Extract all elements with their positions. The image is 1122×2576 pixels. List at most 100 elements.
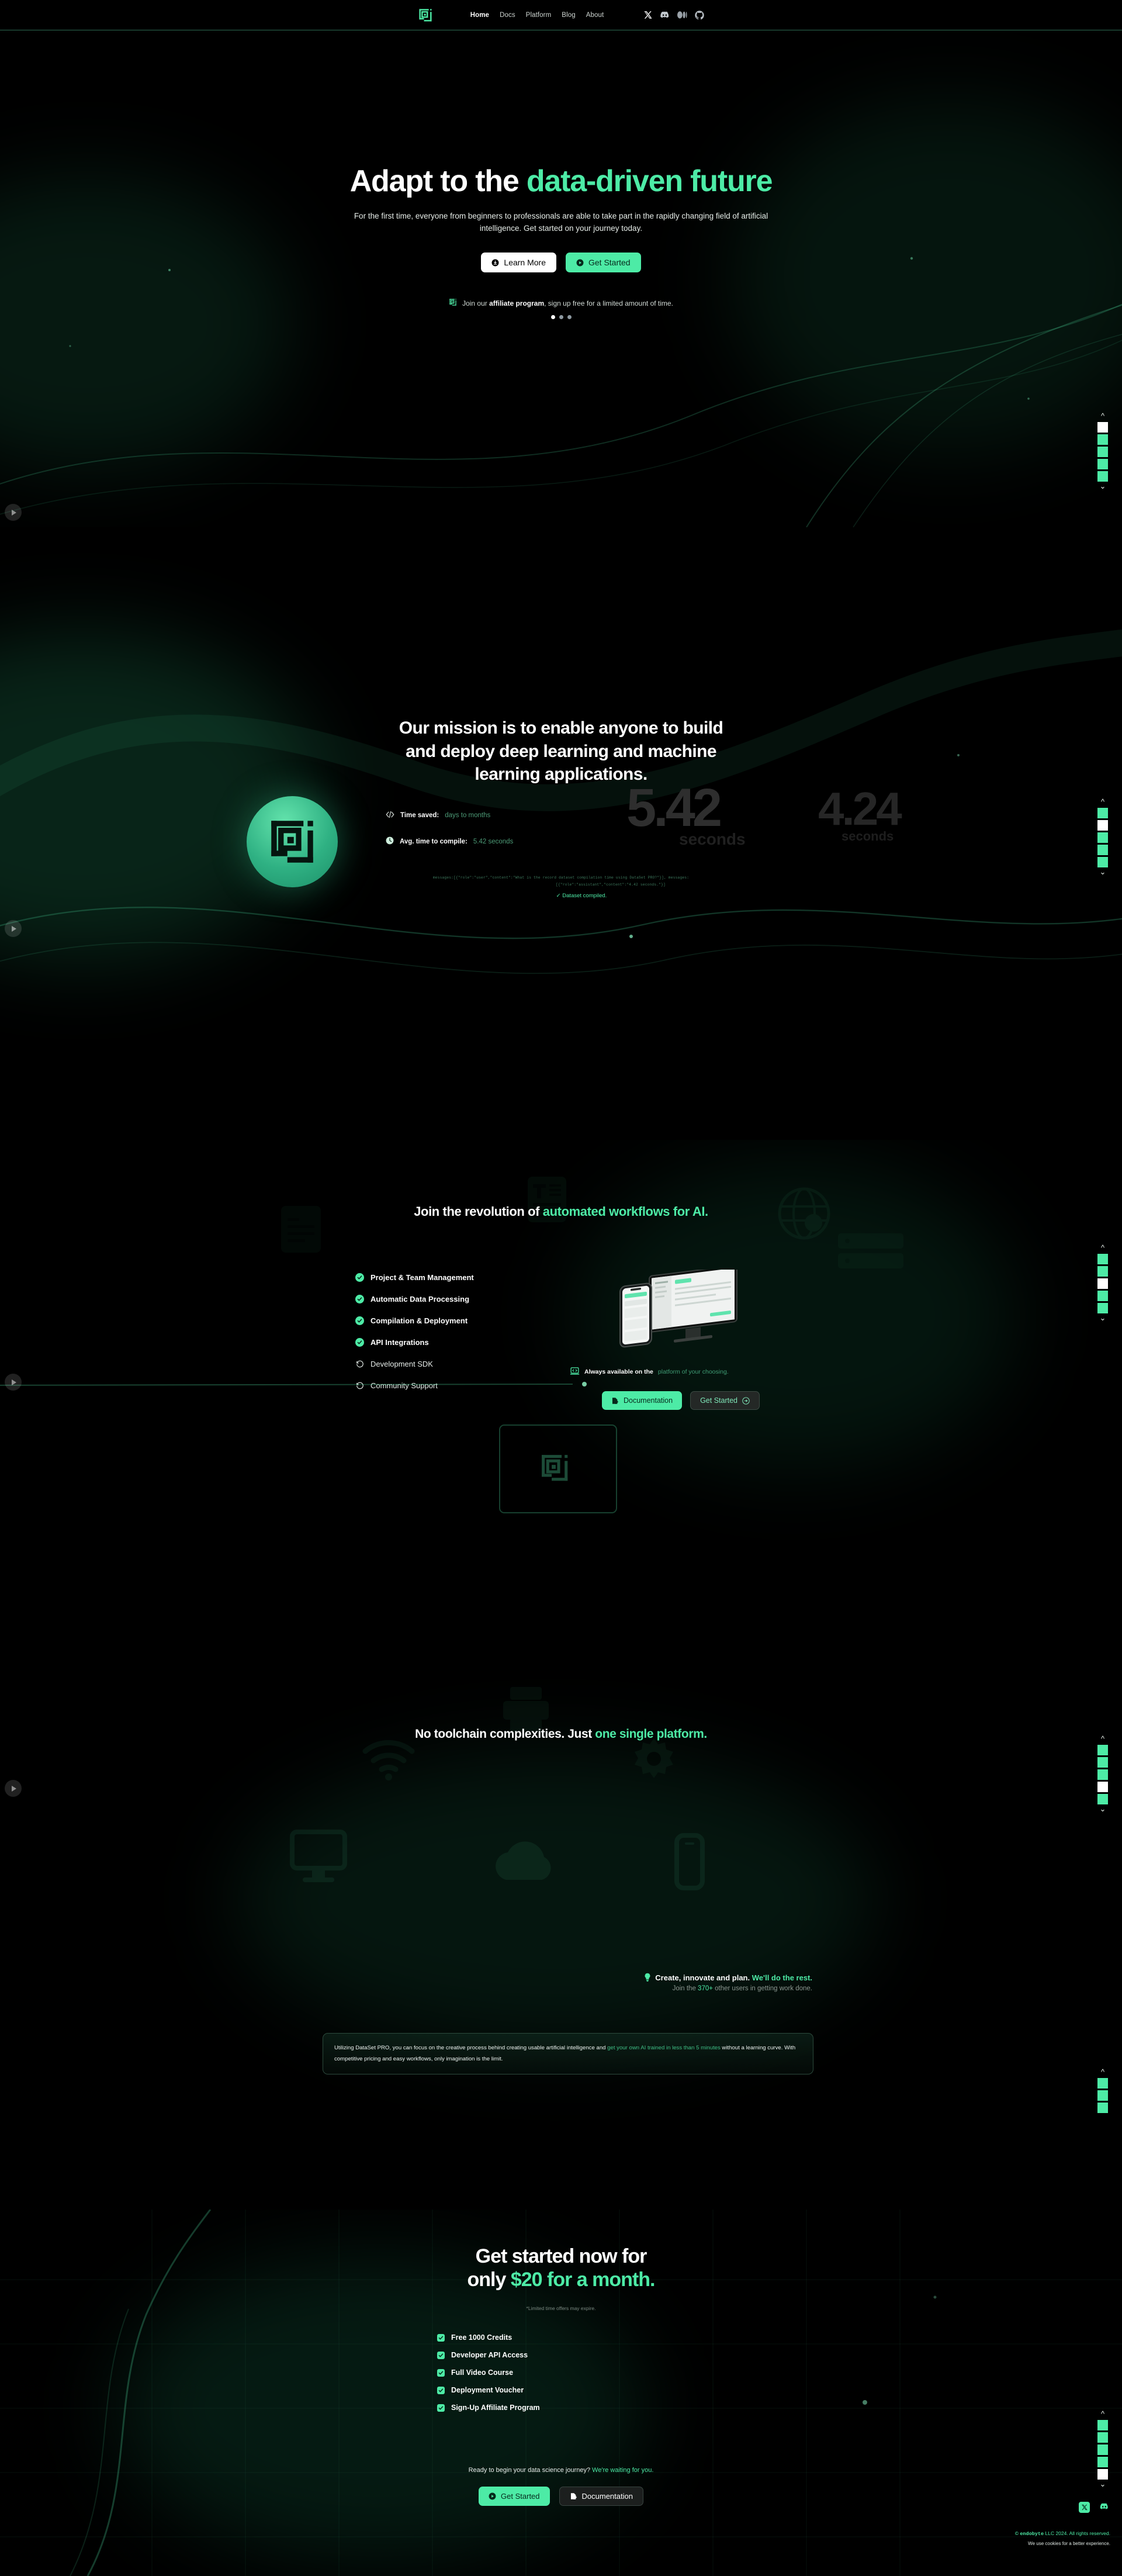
carousel-dot-3[interactable] [567, 315, 572, 319]
copyright-brand: endobyte [1020, 2531, 1044, 2537]
rail4-square-2[interactable] [1097, 1757, 1108, 1768]
feature-item-2: Automatic Data Processing [355, 1295, 659, 1303]
get-started-label: Get Started [588, 258, 631, 267]
check-circle-icon [355, 1273, 364, 1282]
section-rail-3: ^ ⌄ [1094, 1244, 1111, 1322]
section-rail-4: ^ ⌄ [1094, 1735, 1111, 1813]
hero-button-row: Learn More Get Started [0, 253, 1122, 272]
x-twitter-icon[interactable] [1079, 2502, 1090, 2513]
feature-list: Project & Team Management Automatic Data… [355, 1273, 659, 1400]
rail3-square-4[interactable] [1097, 1291, 1108, 1301]
learn-more-button[interactable]: Learn More [481, 253, 556, 272]
rail-square-4[interactable] [1097, 459, 1108, 469]
rail2-square-5[interactable] [1097, 857, 1108, 867]
rail-square-1[interactable] [1097, 422, 1108, 433]
rail5-square-1[interactable] [1097, 2420, 1108, 2430]
medium-icon[interactable] [677, 11, 687, 19]
hero-title-accent: data-driven future [526, 164, 773, 198]
x-twitter-icon[interactable] [643, 11, 652, 19]
rail2-up-chevron[interactable]: ^ [1101, 798, 1104, 806]
rail-square-5[interactable] [1097, 471, 1108, 482]
discord-icon[interactable] [1098, 2502, 1110, 2514]
documentation-button[interactable]: Documentation [602, 1391, 683, 1410]
rail4-square-3[interactable] [1097, 1769, 1108, 1780]
feature-label-3: Compilation & Deployment [370, 1316, 468, 1325]
revolution-play-button[interactable] [5, 1374, 22, 1391]
rail5-up-chevron[interactable]: ^ [1101, 2410, 1104, 2418]
feature-label-6: Community Support [370, 1381, 438, 1390]
rail4b-square-3[interactable] [1097, 2103, 1108, 2113]
play-circle-icon [489, 2492, 496, 2500]
rail5-square-4[interactable] [1097, 2457, 1108, 2467]
rail5-down-chevron[interactable]: ⌄ [1100, 2480, 1106, 2488]
rail3-square-1[interactable] [1097, 1254, 1108, 1264]
rail2-square-1[interactable] [1097, 808, 1108, 818]
rail3-square-2[interactable] [1097, 1266, 1108, 1277]
affiliate-pre: Join our [462, 299, 490, 307]
ghost-gear-icon [635, 1738, 673, 1778]
rail2-down-chevron[interactable]: ⌄ [1100, 868, 1106, 876]
toolchain-sub-post: other users in getting work done. [712, 1985, 812, 1992]
pricing-get-started-button[interactable]: Get Started [479, 2487, 550, 2506]
nav-link-docs[interactable]: Docs [500, 12, 515, 19]
get-started-button[interactable]: Get Started [566, 253, 641, 272]
nav-link-home[interactable]: Home [470, 12, 489, 19]
revolution-get-started-button[interactable]: Get Started [690, 1391, 760, 1410]
rail3-down-chevron[interactable]: ⌄ [1100, 1314, 1106, 1322]
carousel-dot-1[interactable] [550, 315, 555, 319]
rail5-square-3[interactable] [1097, 2444, 1108, 2455]
rail3-up-chevron[interactable]: ^ [1101, 1244, 1104, 1252]
footer-socials [964, 2502, 1110, 2514]
rail-down-chevron[interactable]: ⌄ [1100, 482, 1106, 490]
discord-icon[interactable] [660, 10, 670, 20]
toolchain-play-button[interactable] [5, 1780, 22, 1797]
rail5-square-2[interactable] [1097, 2432, 1108, 2443]
rail4-up-chevron[interactable]: ^ [1101, 1735, 1104, 1743]
feature-item-1: Project & Team Management [355, 1273, 659, 1282]
section-rail-1: ^ ⌄ [1094, 412, 1111, 490]
rail4-square-4[interactable] [1097, 1782, 1108, 1792]
nav-link-about[interactable]: About [586, 12, 604, 19]
mission-play-button[interactable] [5, 920, 22, 937]
toolchain-cta-white: Create, innovate and plan. [655, 1973, 752, 1982]
rail4b-up-chevron[interactable]: ^ [1101, 2068, 1104, 2076]
rail4b-square-2[interactable] [1097, 2090, 1108, 2101]
mission-code-block: messages:[{"role":"user","content":"What… [327, 874, 795, 899]
rail-up-chevron[interactable]: ^ [1101, 412, 1104, 420]
availability-note: Always available on the platform of your… [570, 1367, 729, 1377]
carousel-dot-2[interactable] [559, 315, 563, 319]
endobyte-logo-icon[interactable] [418, 8, 433, 23]
dataset-compiled-status: ✓ Dataset compiled. [368, 893, 795, 899]
documentation-label: Documentation [624, 1396, 673, 1405]
rail3-square-5[interactable] [1097, 1303, 1108, 1313]
pricing-documentation-button[interactable]: Documentation [559, 2487, 643, 2506]
affiliate-banner[interactable]: Join our affiliate program, sign up free… [0, 298, 1122, 308]
rail2-square-4[interactable] [1097, 845, 1108, 855]
feature-item-4: API Integrations [355, 1338, 659, 1347]
rail3-square-3[interactable] [1097, 1278, 1108, 1289]
rail-square-3[interactable] [1097, 447, 1108, 457]
github-icon[interactable] [695, 10, 704, 20]
pricing-item-4: Deployment Voucher [437, 2386, 706, 2394]
hero-title: Adapt to the data-driven future [0, 165, 1122, 198]
rail2-square-3[interactable] [1097, 832, 1108, 843]
clock-icon [386, 836, 394, 846]
pricing-item-5: Sign-Up Affiliate Program [437, 2404, 706, 2412]
rail4-square-5[interactable] [1097, 1794, 1108, 1804]
big-stat-2-unit: seconds [842, 828, 894, 843]
rail4-down-chevron[interactable]: ⌄ [1100, 1805, 1106, 1813]
ready-line: Ready to begin your data science journey… [0, 2467, 1122, 2474]
cookie-notice: We use cookies for a better experience. [1028, 2541, 1110, 2546]
pricing-feature-list: Free 1000 Credits Developer API Access F… [437, 2333, 706, 2421]
nav-link-platform[interactable]: Platform [526, 12, 552, 19]
rail4b-square-1[interactable] [1097, 2078, 1108, 2089]
hero-play-button[interactable] [5, 504, 22, 521]
rail2-square-2[interactable] [1097, 820, 1108, 831]
toolchain-cta-line: Create, innovate and plan. We'll do the … [351, 1973, 812, 1982]
rail-square-2[interactable] [1097, 434, 1108, 445]
check-square-icon [437, 2368, 445, 2377]
section-rail-2: ^ ⌄ [1094, 798, 1111, 876]
nav-link-blog[interactable]: Blog [562, 12, 575, 19]
rail4-square-1[interactable] [1097, 1745, 1108, 1755]
rail5-square-5[interactable] [1097, 2469, 1108, 2480]
